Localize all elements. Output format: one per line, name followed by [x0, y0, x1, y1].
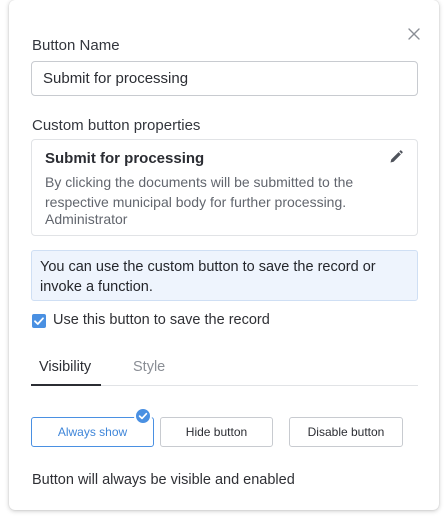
save-record-checkbox[interactable]: [32, 314, 46, 328]
custom-button-dialog: Button Name Custom button properties Sub…: [9, 0, 439, 510]
save-record-label: Use this button to save the record: [53, 312, 270, 328]
hide-button-option[interactable]: Hide button: [160, 417, 273, 447]
properties-role: Administrator: [45, 211, 128, 227]
properties-title: Submit for processing: [45, 150, 205, 167]
close-icon[interactable]: [405, 25, 423, 43]
selected-check-icon: [134, 407, 152, 425]
info-message: You can use the custom button to save th…: [31, 250, 418, 301]
properties-description: By clicking the documents will be submit…: [45, 174, 354, 210]
button-name-input[interactable]: [31, 61, 418, 96]
custom-button-properties-label: Custom button properties: [32, 117, 201, 134]
active-tab-indicator: [31, 384, 101, 386]
pencil-icon[interactable]: [388, 149, 404, 165]
button-name-label: Button Name: [32, 37, 120, 54]
properties-card: Submit for processing By clicking the do…: [31, 139, 418, 236]
visibility-status-text: Button will always be visible and enable…: [32, 472, 295, 488]
tab-style[interactable]: Style: [133, 359, 165, 375]
tab-visibility[interactable]: Visibility: [39, 359, 91, 375]
disable-button-option[interactable]: Disable button: [289, 417, 403, 447]
